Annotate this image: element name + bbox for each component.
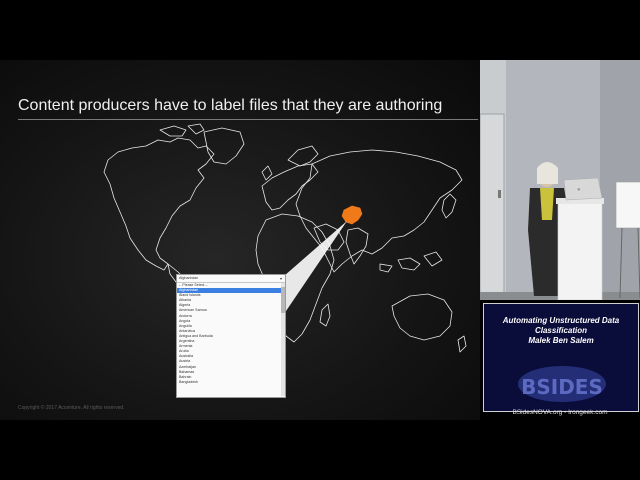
speaker-video: ●	[480, 60, 640, 300]
speaker-name: Malek Ben Salem	[528, 336, 594, 345]
wall-panel	[600, 60, 640, 300]
country-select[interactable]: Afghanistan ▾ -- Please Select -- Afghan…	[176, 274, 286, 398]
chevron-down-icon[interactable]: ▾	[280, 275, 282, 282]
arctic-islands-outline	[159, 123, 205, 137]
bsides-logo: BSIDES	[518, 366, 606, 402]
new-zealand-outline	[457, 335, 467, 353]
uk-outline	[261, 165, 273, 181]
speaker-video-scene	[480, 60, 640, 300]
north-america-outline	[103, 137, 215, 271]
svg-text:BSIDES: BSIDES	[521, 375, 603, 399]
podium	[557, 199, 603, 300]
door-handle	[498, 190, 501, 198]
se-asia-islands-outline	[379, 251, 443, 273]
door	[480, 113, 505, 300]
talk-info-overlay: BSIDES Automating Unstructured Data Clas…	[480, 300, 640, 420]
talk-title-line2: Classification	[534, 326, 587, 335]
callout-pointer	[284, 221, 347, 314]
poster-board	[615, 181, 640, 229]
country-select-value: Afghanistan	[179, 276, 198, 280]
speaker-hair	[537, 162, 558, 184]
australia-outline	[391, 293, 453, 341]
presentation-slide: Content producers have to label files th…	[0, 60, 480, 420]
apple-icon: ●	[577, 187, 581, 193]
talk-title-line1: Automating Unstructured Data	[502, 316, 620, 325]
slide-copyright: Copyright © 2017 Accenture. All rights r…	[18, 405, 125, 411]
afghanistan-highlight	[341, 205, 363, 225]
japan-outline	[441, 193, 457, 219]
laptop	[563, 177, 603, 201]
country-options: -- Please Select -- Afghanistan Åland Is…	[177, 283, 281, 385]
country-select-current[interactable]: Afghanistan ▾	[177, 275, 285, 283]
option-item[interactable]: Bangladesh	[177, 380, 281, 385]
event-footer: BSidesNOVA.org • Irongeek.com	[512, 409, 608, 416]
dropdown-scrollbar-thumb[interactable]	[281, 287, 285, 313]
madagascar-outline	[319, 303, 331, 327]
speaker-top	[540, 188, 554, 220]
talk-info-box: BSIDES Automating Unstructured Data Clas…	[483, 303, 639, 412]
